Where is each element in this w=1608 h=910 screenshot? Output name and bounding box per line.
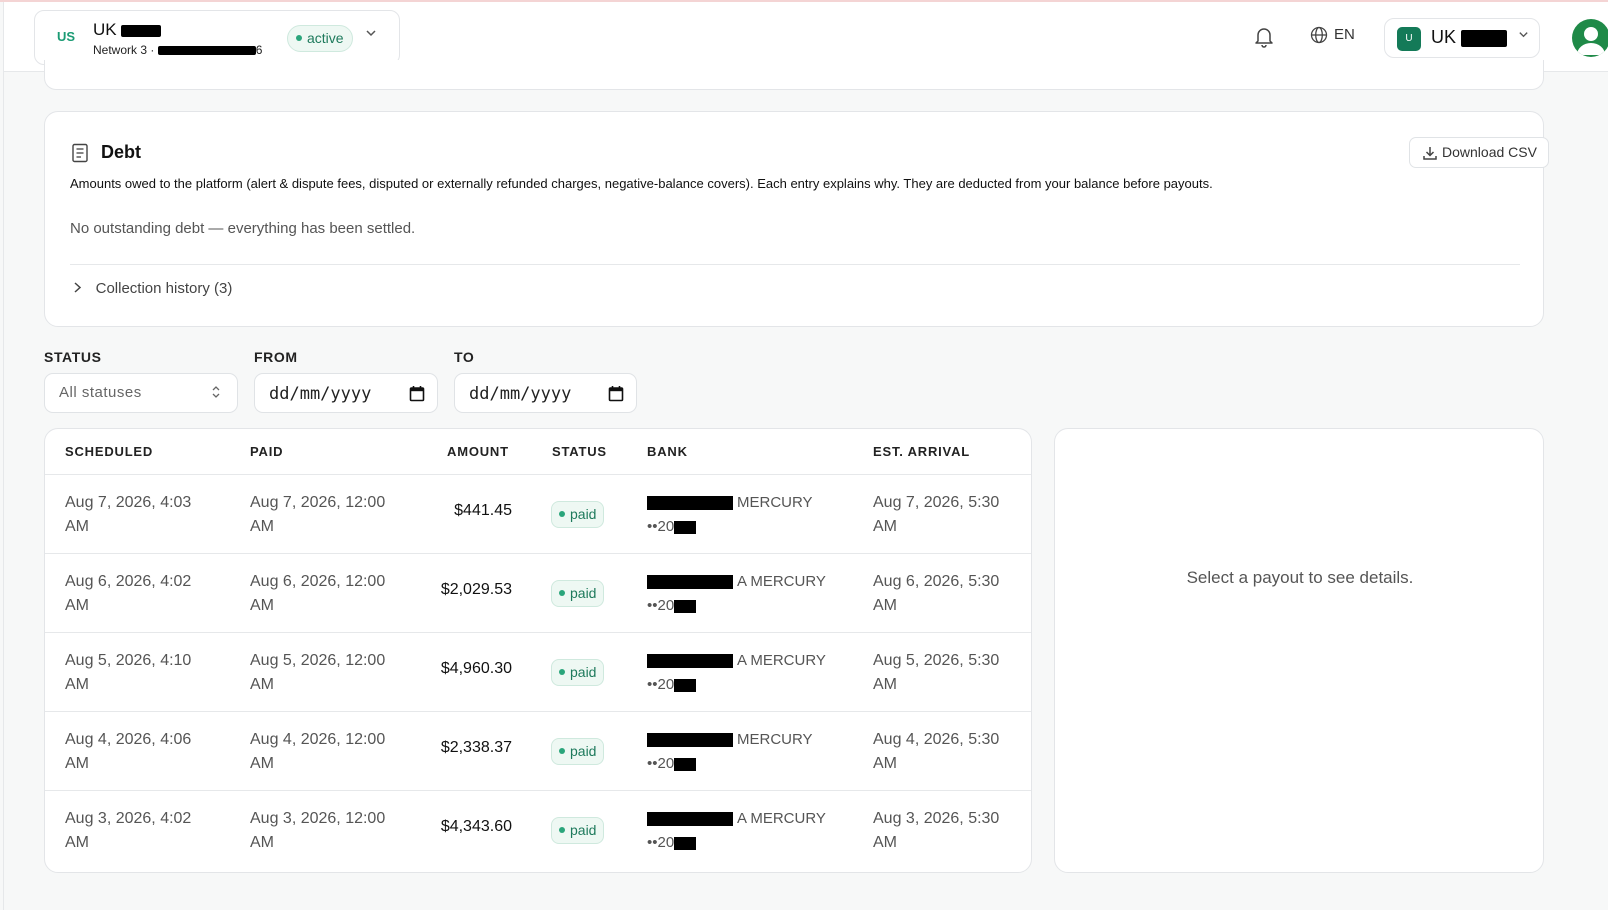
to-filter-label: TO [454,349,475,365]
to-date-value: dd/mm/yyyy [469,384,572,404]
redacted-bank-name [647,496,733,511]
status-badge: paid [551,501,605,528]
bank-cell: A MERCURY ••20 [647,652,826,693]
status-badge: paid [551,817,605,844]
redacted-account-number [674,836,697,850]
redacted-bank-name [647,812,733,827]
globe-icon [1310,26,1328,44]
receipt-icon [71,143,89,168]
chevron-down-icon [365,26,377,42]
column-header-est-arrival[interactable]: EST. ARRIVAL [873,444,970,459]
user-avatar[interactable] [1572,19,1608,57]
status-filter-select[interactable]: All statuses [44,373,238,413]
bank-cell: A MERCURY ••20 [647,810,826,851]
debt-empty-message: No outstanding debt — everything has bee… [70,220,416,237]
debt-description: Amounts owed to the platform (alert & di… [70,176,1213,191]
redacted-account-number [674,599,697,613]
download-icon [1423,147,1437,160]
table-row[interactable]: Aug 5, 2026, 4:10 AM Aug 5, 2026, 12:00 AM $… [45,633,1031,712]
notifications-bell-icon[interactable] [1254,26,1276,48]
to-date-input[interactable]: dd/mm/yyyy [454,373,637,413]
est-arrival-cell: Aug 5, 2026, 5:30 AM [873,652,1000,693]
from-filter-label: FROM [254,349,298,365]
column-header-amount[interactable]: AMOUNT [447,444,509,459]
chevron-right-icon [73,281,86,296]
shop-status-badge: active [287,25,353,52]
debt-card: Debt Download CSV Amounts owed to the pl… [44,111,1549,327]
payout-details-panel: Select a payout to see details. [1054,428,1544,873]
shop-name: UK [93,20,162,40]
amount-cell: $4,960.30 [440,660,512,677]
est-arrival-cell: Aug 4, 2026, 5:30 AM [873,731,1000,772]
scheduled-cell: Aug 4, 2026, 4:06 AM [65,731,192,772]
paid-cell: Aug 3, 2026, 12:00 AM [250,810,386,851]
table-row[interactable]: Aug 7, 2026, 4:03 AM Aug 7, 2026, 12:00 AM $… [45,475,1031,554]
from-date-input[interactable]: dd/mm/yyyy [254,373,438,413]
scheduled-cell: Aug 7, 2026, 4:03 AM [65,494,192,535]
calendar-icon[interactable] [608,385,624,407]
account-name: UK [1431,27,1508,48]
payouts-table: SCHEDULED PAID AMOUNT STATUS BANK EST. A… [44,428,1032,873]
redacted-bank-name [647,575,733,590]
column-header-status[interactable]: STATUS [552,444,607,459]
redacted-account-name [1461,29,1508,47]
status-filter-label: STATUS [44,349,102,365]
column-header-paid[interactable]: PAID [250,444,283,459]
amount-cell: $4,343.60 [440,818,512,835]
left-border [3,2,4,910]
bank-cell: MERCURY ••20 [647,494,813,535]
paid-cell: Aug 4, 2026, 12:00 AM [250,731,386,772]
calendar-icon[interactable] [409,385,425,407]
language-selector[interactable]: EN [1310,26,1355,48]
status-filter-value: All statuses [59,384,142,401]
status-badge: paid [551,659,605,686]
table-row[interactable]: Aug 6, 2026, 4:02 AM Aug 6, 2026, 12:00 AM $… [45,554,1031,633]
amount-cell: $2,338.37 [440,739,512,756]
redacted-account-number [674,757,697,771]
previous-card-bottom [44,60,1544,90]
download-csv-button[interactable]: Download CSV [1409,137,1549,168]
est-arrival-cell: Aug 7, 2026, 5:30 AM [873,494,1000,535]
shop-subtitle: Network 3 · 6 [93,43,263,57]
scheduled-cell: Aug 3, 2026, 4:02 AM [65,810,192,851]
chevron-down-icon [1518,29,1529,43]
redacted-bank-name [647,654,733,669]
redacted-account-number [674,520,697,534]
account-switcher[interactable]: U UK [1384,18,1540,58]
download-csv-label: Download CSV [1442,144,1537,160]
est-arrival-cell: Aug 6, 2026, 5:30 AM [873,573,1000,614]
paid-cell: Aug 6, 2026, 12:00 AM [250,573,386,614]
bank-cell: MERCURY ••20 [647,731,813,772]
redacted-bank-name [647,733,733,748]
debt-title: Debt [101,142,141,162]
redacted-shop-name [121,24,162,37]
sort-updown-icon [211,384,221,402]
from-date-value: dd/mm/yyyy [269,384,372,404]
paid-cell: Aug 5, 2026, 12:00 AM [250,652,386,693]
column-header-bank[interactable]: BANK [647,444,688,459]
table-row[interactable]: Aug 3, 2026, 4:02 AM Aug 3, 2026, 12:00 AM $… [45,791,1031,870]
est-arrival-cell: Aug 3, 2026, 5:30 AM [873,810,1000,851]
shop-switcher[interactable]: US UK Network 3 · 6 active [34,10,400,65]
divider [70,264,1520,265]
collection-history-label: Collection history (3) [95,280,233,297]
scheduled-cell: Aug 5, 2026, 4:10 AM [65,652,192,693]
table-row[interactable]: Aug 4, 2026, 4:06 AM Aug 4, 2026, 12:00 AM $… [45,712,1031,791]
shop-code: US [57,29,76,44]
status-badge: paid [551,738,605,765]
details-empty-message: Select a payout to see details. [1186,568,1414,587]
redacted-shop-id [157,46,256,56]
amount-cell: $441.45 [454,502,512,519]
scheduled-cell: Aug 6, 2026, 4:02 AM [65,573,192,614]
amount-cell: $2,029.53 [440,581,512,598]
paid-cell: Aug 7, 2026, 12:00 AM [250,494,386,535]
collection-history-toggle[interactable]: Collection history (3) [73,280,232,297]
column-header-scheduled[interactable]: SCHEDULED [65,444,153,459]
language-label: EN [1334,26,1355,43]
account-badge: U [1397,27,1421,51]
status-badge: paid [551,580,605,607]
bank-cell: A MERCURY ••20 [647,573,826,614]
redacted-account-number [674,678,697,692]
